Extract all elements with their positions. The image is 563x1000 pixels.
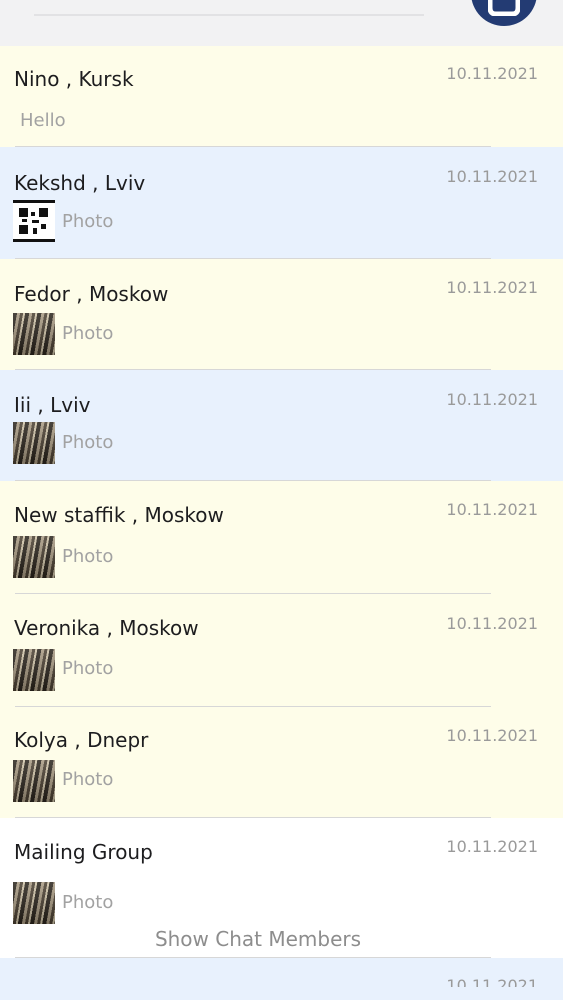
chat-last-message: Photo (62, 769, 114, 790)
chat-row[interactable]: Fedor , Moskow 10.11.2021 Photo (0, 259, 563, 370)
chat-row[interactable]: Nino , Kursk 10.11.2021 Hello (0, 46, 563, 147)
chat-row[interactable]: Kekshd , Lviv 10.11.2021 Photo (0, 147, 563, 259)
chat-name: New staffik , Moskow (14, 503, 224, 527)
photo-thumbnail[interactable] (13, 649, 55, 691)
chat-date: 10.11.2021 (446, 390, 538, 409)
chat-last-message: Hello (20, 110, 66, 131)
chat-name: Kekshd , Lviv (14, 171, 146, 195)
chat-row[interactable]: Veronika , Moskow 10.11.2021 Photo (0, 594, 563, 707)
chat-name: Mailing Group (14, 840, 153, 864)
photo-thumbnail[interactable] (13, 882, 55, 924)
photo-thumbnail[interactable] (13, 760, 55, 802)
chat-row[interactable]: New staffik , Moskow 10.11.2021 Photo (0, 481, 563, 594)
photo-thumbnail[interactable] (13, 422, 55, 464)
chat-last-message: Photo (62, 323, 114, 344)
chat-date: 10.11.2021 (446, 500, 538, 519)
chat-name: Kolya , Dnepr (14, 728, 149, 752)
chat-row[interactable]: Mailing Group 10.11.2021 Photo Show Chat… (0, 818, 563, 958)
photo-thumbnail[interactable] (13, 313, 55, 355)
new-chat-button[interactable] (471, 0, 537, 26)
chat-name: Veronika , Moskow (14, 616, 199, 640)
chat-date: 10.11.2021 (446, 278, 538, 297)
chat-last-message: Photo (62, 892, 114, 913)
chat-date: 10.11.2021 (446, 976, 538, 987)
chat-row[interactable]: Iii , Lviv 10.11.2021 Photo (0, 370, 563, 481)
qr-code-thumbnail[interactable] (13, 200, 55, 242)
search-field-underline[interactable] (34, 14, 424, 16)
chat-date: 10.11.2021 (446, 837, 538, 856)
chat-last-message: Photo (62, 432, 114, 453)
chat-name: Fedor , Moskow (14, 282, 169, 306)
chat-name: Iii , Lviv (14, 393, 91, 417)
chat-last-message: Photo (62, 211, 114, 232)
chat-last-message: Photo (62, 546, 114, 567)
new-chat-icon (488, 0, 520, 16)
chat-date: 10.11.2021 (446, 167, 538, 186)
show-chat-members-button[interactable]: Show Chat Members (0, 927, 516, 951)
chat-date: 10.11.2021 (446, 64, 538, 83)
chat-name: Nino , Kursk (14, 67, 134, 91)
top-bar (0, 0, 563, 46)
chat-row[interactable]: Kolya , Dnepr 10.11.2021 Photo (0, 707, 563, 818)
photo-thumbnail[interactable] (13, 536, 55, 578)
chat-last-message: Photo (62, 658, 114, 679)
chat-date: 10.11.2021 (446, 726, 538, 745)
chat-date: 10.11.2021 (446, 614, 538, 633)
